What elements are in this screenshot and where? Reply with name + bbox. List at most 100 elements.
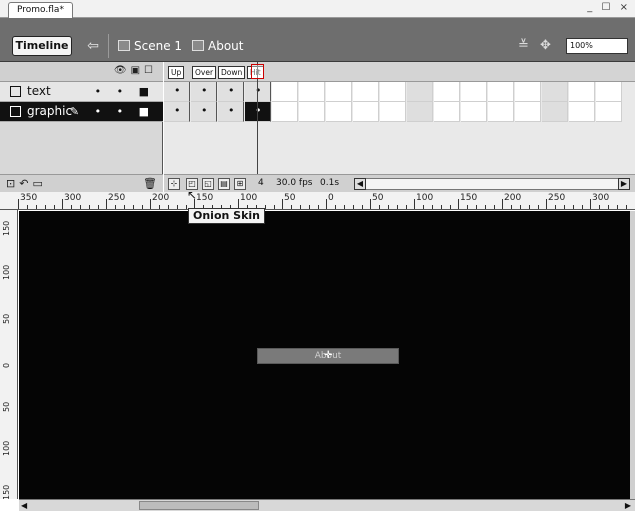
frame-cell[interactable]	[434, 102, 460, 122]
ruler-tick	[124, 205, 125, 209]
frame-cell[interactable]	[380, 102, 406, 122]
scroll-right-icon[interactable]: ▶	[618, 178, 630, 190]
ruler-tick	[538, 205, 539, 209]
layer-state-dots[interactable]: • • ■	[95, 82, 155, 101]
frame-cell[interactable]	[272, 102, 298, 122]
insert-layer-icon[interactable]: ⊡	[6, 177, 19, 190]
ruler-tick	[582, 205, 583, 209]
ruler-tick	[432, 205, 433, 209]
frame-cell[interactable]	[515, 102, 541, 122]
layer-footer-icons: ⊡↶▭	[6, 177, 47, 190]
timeline-toggle-button[interactable]: Timeline	[12, 36, 72, 56]
scroll-left-icon[interactable]: ◀	[21, 501, 27, 510]
state-down-label: Down	[218, 66, 246, 79]
breadcrumb-scene[interactable]: Scene 1	[118, 38, 182, 54]
onion-skin-outlines-icon[interactable]: ◱	[202, 178, 214, 190]
ruler-label: 100	[240, 193, 258, 203]
ruler-label: 300	[64, 193, 82, 203]
stage-vertical-scrollbar[interactable]	[630, 211, 635, 499]
timeline-hscrollbar[interactable]	[354, 178, 624, 190]
add-motion-guide-icon[interactable]: ↶	[19, 177, 32, 190]
frame-cell[interactable]	[542, 102, 568, 122]
frame-cell[interactable]	[353, 102, 379, 122]
stage[interactable]: About ✛	[19, 211, 630, 499]
zoom-field[interactable]: 100%	[566, 38, 628, 54]
scroll-thumb[interactable]	[139, 501, 259, 510]
frame-cell[interactable]	[299, 102, 325, 122]
frame-cell[interactable]	[488, 102, 514, 122]
scroll-left-icon[interactable]: ◀	[354, 178, 366, 190]
frame-cell[interactable]	[245, 102, 271, 122]
breadcrumb-about[interactable]: About	[192, 38, 243, 54]
frame-cell[interactable]	[272, 82, 298, 102]
playhead[interactable]	[257, 62, 258, 192]
trash-icon[interactable]: 🗑	[143, 177, 157, 190]
frame-cell[interactable]	[164, 102, 190, 122]
ruler-tick	[423, 205, 424, 209]
ruler-label: 300	[592, 193, 610, 203]
state-up-label: Up	[168, 66, 185, 79]
frame-cell[interactable]	[380, 82, 406, 102]
ruler-label: 150	[196, 193, 214, 203]
frame-cell[interactable]	[596, 82, 622, 102]
frame-cell[interactable]	[434, 82, 460, 102]
ruler-tick	[353, 205, 354, 209]
frame-cell[interactable]	[461, 102, 487, 122]
frame-cell[interactable]	[488, 82, 514, 102]
frame-cell[interactable]	[245, 82, 271, 102]
current-frame: 4	[258, 178, 264, 188]
ruler-tick	[370, 199, 371, 209]
edit-multiple-frames-icon[interactable]: ▤	[218, 178, 230, 190]
center-frame-icon[interactable]: ⊹	[168, 178, 180, 190]
ruler-label: 100	[2, 440, 11, 456]
frame-cell[interactable]	[569, 102, 595, 122]
frame-cell[interactable]	[569, 82, 595, 102]
ruler-tick	[168, 205, 169, 209]
frame-cell[interactable]	[218, 102, 244, 122]
ruler-tick	[397, 205, 398, 209]
ruler-tick	[608, 205, 609, 209]
ruler-label: 150	[2, 484, 11, 499]
back-arrow-icon[interactable]: ⇦	[84, 37, 102, 55]
stage-horizontal-scrollbar[interactable]: ◀ ▶	[19, 499, 635, 511]
frame-cell[interactable]	[326, 102, 352, 122]
frame-cell[interactable]	[461, 82, 487, 102]
insert-folder-icon[interactable]: ▭	[32, 177, 46, 190]
ruler-tick	[159, 205, 160, 209]
edit-scene-icon[interactable]: ≚	[518, 38, 529, 53]
frame-cell[interactable]	[596, 102, 622, 122]
ruler-tick	[106, 199, 107, 209]
frame-cell[interactable]	[542, 82, 568, 102]
ruler-tick	[406, 205, 407, 209]
frame-cell[interactable]	[299, 82, 325, 102]
ruler-tick	[27, 205, 28, 209]
layer-row-text[interactable]: text • • ■	[0, 82, 163, 102]
eye-icon[interactable]: 👁	[114, 65, 131, 76]
ruler-tick	[573, 205, 574, 209]
frame-cell[interactable]	[515, 82, 541, 102]
frame-cell[interactable]	[218, 82, 244, 102]
ruler-label: 50	[284, 193, 296, 203]
frame-cell[interactable]	[326, 82, 352, 102]
ruler-tick	[45, 205, 46, 209]
frame-cell[interactable]	[407, 82, 433, 102]
frames-grid[interactable]	[164, 82, 629, 122]
frame-cell[interactable]	[407, 102, 433, 122]
ruler-tick	[467, 205, 468, 209]
frame-cell[interactable]	[191, 102, 217, 122]
frame-cell[interactable]	[191, 82, 217, 102]
layer-state-dots[interactable]: ✎ • • ■	[70, 102, 155, 121]
frames-footer: ⊹ ◰ ◱ ▤ ⊞ 4 30.0 fps 0.1s ◀ ▶	[164, 174, 635, 192]
scroll-right-icon[interactable]: ▶	[625, 501, 631, 510]
modify-onion-markers-icon[interactable]: ⊞	[234, 178, 246, 190]
frame-cell[interactable]	[164, 82, 190, 102]
frame-cell[interactable]	[353, 82, 379, 102]
document-tab[interactable]: Promo.fla*	[8, 2, 73, 18]
window-controls[interactable]: _ ☐ ×	[587, 2, 631, 13]
layer-row-graphic[interactable]: graphic ✎ • • ■	[0, 102, 163, 122]
edit-symbol-icon[interactable]: ✥	[540, 38, 551, 53]
lock-icon[interactable]: ▣	[131, 65, 144, 76]
playhead-handle[interactable]	[251, 64, 264, 79]
scene-icon	[118, 40, 130, 51]
outline-icon[interactable]: ☐	[144, 65, 157, 76]
